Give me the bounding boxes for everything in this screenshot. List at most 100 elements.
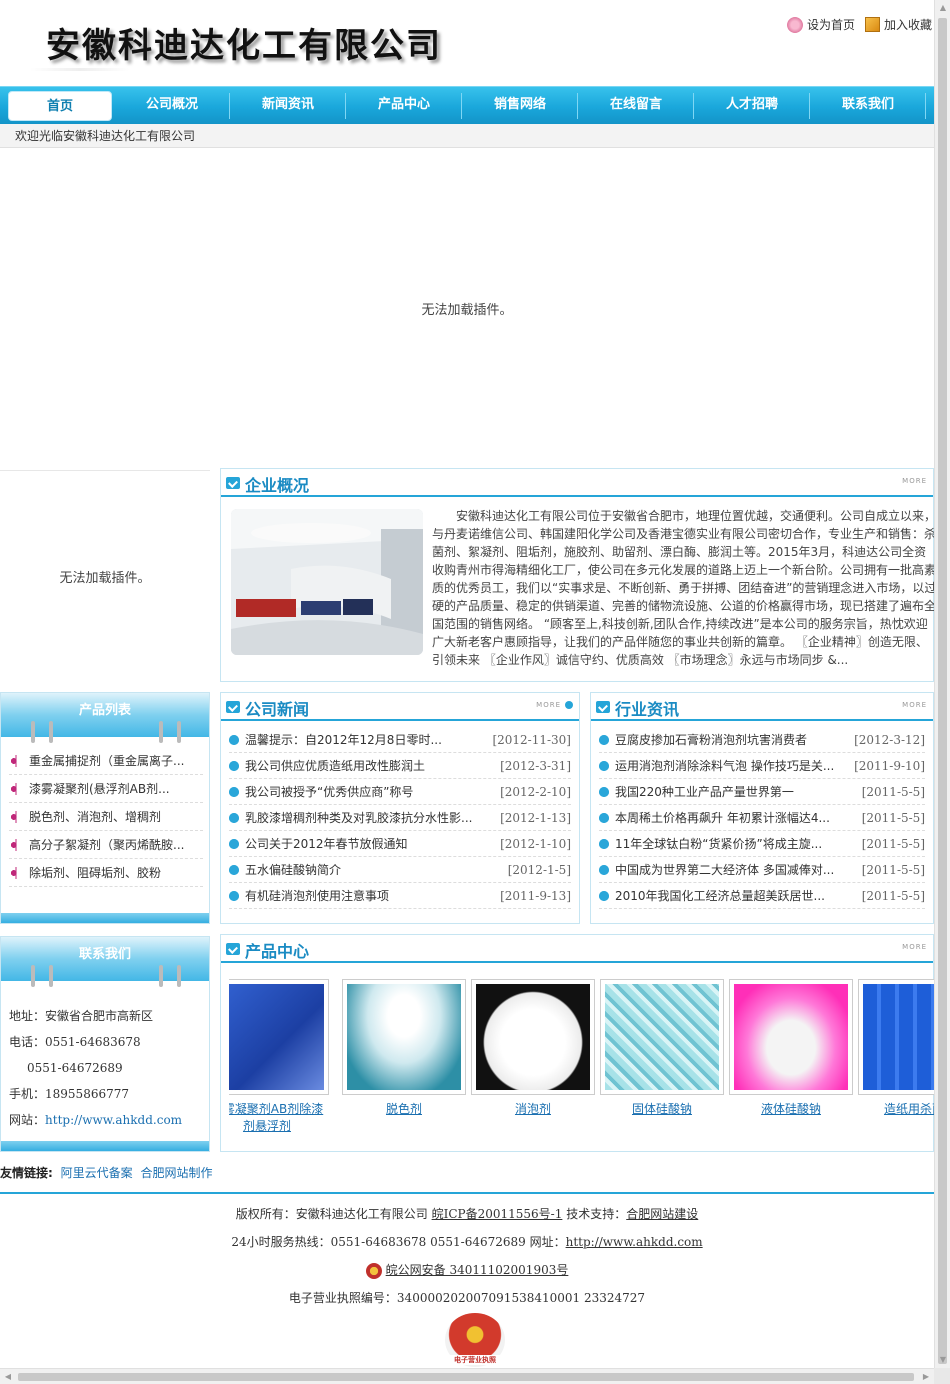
- set-home-link[interactable]: 设为首页: [786, 16, 855, 33]
- scroll-up-icon[interactable]: ▲: [935, 0, 950, 16]
- add-favorite-link[interactable]: 加入收藏: [864, 16, 932, 33]
- product-scroller: 漆雾凝聚剂AB剂除漆剂悬浮剂 脱色剂 消泡剂 固体硅酸钠 液体硅酸钠 造纸用杀菌…: [229, 979, 941, 1139]
- welcome-marquee: 欢迎光临安徽科迪达化工有限公司: [0, 124, 934, 148]
- nav-about[interactable]: 公司概况: [114, 87, 230, 125]
- panel-title: 企业概况 MORE: [221, 469, 933, 497]
- footer-site-link[interactable]: http://www.ahkdd.com: [566, 1235, 703, 1249]
- more-link[interactable]: MORE: [536, 701, 573, 709]
- product-name[interactable]: 液体硅酸钠: [729, 1101, 853, 1118]
- add-favorite-label: 加入收藏: [883, 18, 932, 32]
- product-image: [863, 984, 941, 1090]
- product-list-item[interactable]: 除垢剂、阻碍垢剂、胶粉: [9, 859, 203, 887]
- box-icon: [864, 17, 880, 32]
- contact-mobile: 手机：18955866777: [9, 1087, 129, 1101]
- contact-box: 联系我们 地址：安徽省合肥市高新区 电话：0551-64683678 0551-…: [0, 936, 210, 1152]
- product-name[interactable]: 消泡剂: [471, 1101, 595, 1118]
- footer-copyright-line: 版权所有：安徽科迪达化工有限公司 皖ICP备20011556号-1 技术支持：合…: [235, 1207, 699, 1221]
- product-name[interactable]: 造纸用杀菌剂: [858, 1101, 941, 1118]
- news-item[interactable]: 我国220种工业产品产量世界第一 [2011-5-5]: [599, 779, 925, 805]
- website-link[interactable]: http://www.ahkdd.com: [45, 1113, 182, 1127]
- nav-products[interactable]: 产品中心: [346, 87, 462, 125]
- news-item[interactable]: 中国成为世界第二大经济体 多国减俸对... [2011-5-5]: [599, 857, 925, 883]
- nav-contact[interactable]: 联系我们: [810, 87, 926, 125]
- header: 安徽科迪达化工有限公司 设为首页 加入收藏: [0, 0, 934, 86]
- news-item[interactable]: 我公司被授予“优秀供应商”称号 [2012-2-10]: [229, 779, 571, 805]
- more-link[interactable]: MORE: [902, 943, 927, 951]
- news-item[interactable]: 温馨提示：自2012年12月8日零时... [2012-11-30]: [229, 727, 571, 753]
- vertical-scrollbar[interactable]: ▲ ▼: [934, 0, 950, 1368]
- ring-icon: [49, 721, 53, 743]
- company-logo[interactable]: 安徽科迪达化工有限公司: [46, 18, 442, 67]
- nav-news[interactable]: 新闻资讯: [230, 87, 346, 125]
- business-license-icon[interactable]: 电子营业执照: [445, 1313, 505, 1367]
- panel-title: 行业资讯 MORE: [591, 693, 933, 721]
- news-item[interactable]: 运用消泡剂消除涂料气泡 操作技巧是关... [2011-9-10]: [599, 753, 925, 779]
- police-record-link[interactable]: 皖公网安备 34011102001903号: [386, 1263, 569, 1277]
- box-footer: [1, 913, 209, 923]
- friend-links: 友情链接: 阿里云代备案 合肥网站制作: [0, 1164, 213, 1181]
- scroll-left-icon[interactable]: ◀: [0, 1369, 16, 1384]
- product-card[interactable]: 脱色剂: [342, 979, 466, 1118]
- product-name[interactable]: 脱色剂: [342, 1101, 466, 1118]
- news-item[interactable]: 2010年我国化工经济总量超美跃居世... [2011-5-5]: [599, 883, 925, 909]
- product-card[interactable]: 消泡剂: [471, 979, 595, 1118]
- product-image: [229, 984, 324, 1090]
- scrollbar-corner: [934, 1368, 950, 1384]
- product-image: [605, 984, 719, 1090]
- scroll-thumb[interactable]: [938, 18, 947, 1364]
- ring-icon: [177, 721, 181, 743]
- ring-icon: [159, 965, 163, 987]
- nav-sales-network[interactable]: 销售网络: [462, 87, 578, 125]
- footer-hotline-line: 24小时服务热线：0551-64683678 0551-64672689 网址：…: [231, 1235, 703, 1249]
- news-item[interactable]: 本周稀土价格再飙升 年初累计涨幅达4... [2011-5-5]: [599, 805, 925, 831]
- product-image: [476, 984, 590, 1090]
- news-item[interactable]: 乳胶漆增稠剂种类及对乳胶漆抗分水性影... [2012-1-13]: [229, 805, 571, 831]
- product-card[interactable]: 造纸用杀菌剂: [858, 979, 941, 1118]
- industry-news-title: 行业资讯: [615, 700, 680, 719]
- scroll-right-icon[interactable]: ▶: [918, 1369, 934, 1384]
- nav-home[interactable]: 首页: [8, 91, 112, 121]
- plugin-error-text: 无法加载插件。: [59, 571, 151, 586]
- product-list-box: 产品列表 重金属捕捉剂（重金属离子... 漆雾凝聚剂(悬浮剂AB剂... 脱色剂…: [0, 692, 210, 924]
- product-list-header: 产品列表: [1, 693, 209, 743]
- main-nav: 首页 公司概况 新闻资讯 产品中心 销售网络 在线留言 人才招聘 联系我们: [0, 86, 934, 124]
- product-name[interactable]: 漆雾凝聚剂AB剂除漆剂悬浮剂: [229, 1101, 329, 1135]
- product-list-item[interactable]: 高分子絮凝剂（聚丙烯酰胺...: [9, 831, 203, 859]
- left-plugin-placeholder: 无法加载插件。: [0, 470, 210, 682]
- news-item[interactable]: 公司关于2012年春节放假通知 [2012-1-10]: [229, 831, 571, 857]
- product-name[interactable]: 固体硅酸钠: [600, 1101, 724, 1118]
- news-item[interactable]: 11年全球钛白粉“货紧价扬”将成主旋... [2011-5-5]: [599, 831, 925, 857]
- friend-link[interactable]: 合肥网站制作: [140, 1166, 212, 1180]
- nav-jobs[interactable]: 人才招聘: [694, 87, 810, 125]
- friend-link[interactable]: 阿里云代备案: [61, 1166, 133, 1180]
- news-item[interactable]: 有机硅消泡剂使用注意事项 [2011-9-13]: [229, 883, 571, 909]
- scroll-thumb[interactable]: [18, 1373, 914, 1381]
- horizontal-scrollbar[interactable]: ◀ ▶: [0, 1368, 934, 1384]
- nav-message[interactable]: 在线留言: [578, 87, 694, 125]
- footer-license-line: 电子营业执照编号：340000202007091538410001 233247…: [288, 1291, 646, 1305]
- icp-link[interactable]: 皖ICP备20011556号-1: [432, 1207, 563, 1221]
- product-list-item[interactable]: 脱色剂、消泡剂、增稠剂: [9, 803, 203, 831]
- product-list: 重金属捕捉剂（重金属离子... 漆雾凝聚剂(悬浮剂AB剂... 脱色剂、消泡剂、…: [1, 737, 209, 887]
- product-list-item[interactable]: 重金属捕捉剂（重金属离子...: [9, 747, 203, 775]
- ring-icon: [49, 965, 53, 987]
- set-home-label: 设为首页: [806, 18, 855, 32]
- product-card[interactable]: 漆雾凝聚剂AB剂除漆剂悬浮剂: [229, 979, 329, 1135]
- more-link[interactable]: MORE: [902, 477, 927, 485]
- logo-underline: [30, 68, 130, 71]
- footer-police-line: 皖公网安备 34011102001903号: [0, 1256, 934, 1284]
- footer: 版权所有：安徽科迪达化工有限公司 皖ICP备20011556号-1 技术支持：合…: [0, 1192, 934, 1312]
- product-card[interactable]: 固体硅酸钠: [600, 979, 724, 1118]
- product-list-item[interactable]: 漆雾凝聚剂(悬浮剂AB剂...: [9, 775, 203, 803]
- product-center-title: 产品中心: [245, 942, 310, 961]
- more-link[interactable]: MORE: [902, 701, 927, 709]
- support-link[interactable]: 合肥网站建设: [626, 1207, 698, 1221]
- scroll-down-icon[interactable]: ▼: [935, 1352, 950, 1368]
- product-card[interactable]: 液体硅酸钠: [729, 979, 853, 1118]
- news-item[interactable]: 五水偏硅酸钠简介 [2012-1-5]: [229, 857, 571, 883]
- news-item[interactable]: 我公司供应优质造纸用改性膨润土 [2012-3-31]: [229, 753, 571, 779]
- banner-plugin-placeholder: 无法加载插件。: [0, 148, 934, 468]
- intro-title: 企业概况: [245, 476, 310, 495]
- section-icon: [226, 701, 240, 713]
- news-item[interactable]: 豆腐皮掺加石膏粉消泡剂坑害消费者 [2012-3-12]: [599, 727, 925, 753]
